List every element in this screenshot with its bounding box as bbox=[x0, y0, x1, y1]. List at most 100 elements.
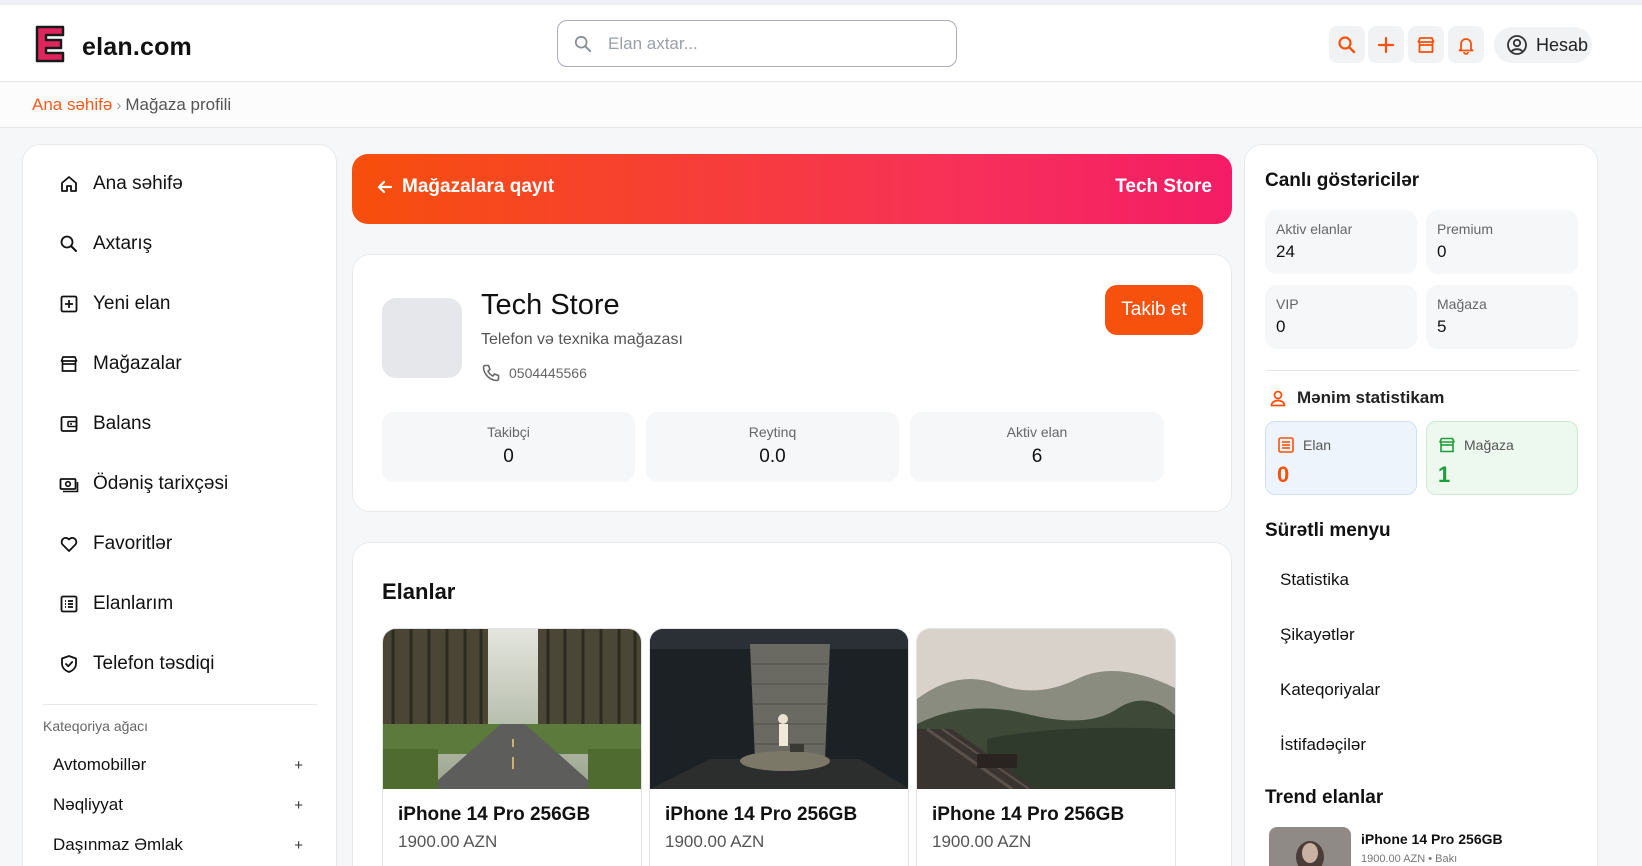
left-sidebar: Ana səhifə Axtarış Yeni elan Mağazalar B… bbox=[22, 144, 337, 866]
breadcrumb-separator: › bbox=[116, 97, 122, 114]
listing-card[interactable]: iPhone 14 Pro 256GB 1900.00 AZN bbox=[649, 628, 909, 866]
quick-menu-item-complaints[interactable]: Şikayətlər bbox=[1280, 625, 1355, 645]
category-item-transport[interactable]: Nəqliyyat + bbox=[53, 795, 303, 819]
stat-value: 6 bbox=[1031, 446, 1043, 467]
sidebar-item-label: Mağazalar bbox=[93, 353, 182, 374]
bell-icon bbox=[1458, 37, 1474, 55]
trending-item-title: iPhone 14 Pro 256GB bbox=[1361, 831, 1503, 847]
header-store-button[interactable] bbox=[1408, 26, 1444, 63]
listing-price: 1900.00 AZN bbox=[932, 832, 1032, 851]
my-stat-label-row: Elan bbox=[1277, 436, 1331, 454]
follow-button[interactable]: Takib et bbox=[1105, 285, 1203, 335]
trending-thumbnail-photo bbox=[1269, 827, 1351, 866]
banner-store-name: Tech Store bbox=[1115, 176, 1212, 197]
sidebar-item-phone-verification[interactable]: Telefon təsdiqi bbox=[59, 649, 214, 679]
sidebar-item-label: Telefon təsdiqi bbox=[93, 653, 215, 674]
store-icon bbox=[1417, 36, 1435, 53]
live-stat-stores: Mağaza 5 bbox=[1426, 285, 1578, 349]
listing-price: 1900.00 AZN bbox=[665, 832, 765, 851]
category-tree-title: Kateqoriya ağacı bbox=[43, 718, 149, 734]
back-label: Mağazalara qayıt bbox=[402, 176, 555, 197]
expand-icon[interactable]: + bbox=[294, 837, 303, 854]
store-listings-card: Elanlar iPhone 14 Pro 256GB 1900.00 AZN bbox=[352, 542, 1232, 866]
trending-title: Trend elanlar bbox=[1265, 787, 1384, 808]
stat-value: 1 bbox=[1438, 462, 1451, 487]
store-description: Telefon və texnika mağazası bbox=[481, 331, 683, 348]
sidebar-item-balance[interactable]: Balans bbox=[59, 409, 151, 439]
quick-menu-item-categories[interactable]: Kateqoriyalar bbox=[1280, 680, 1380, 700]
quick-menu-item-users[interactable]: İstifadəçilər bbox=[1280, 735, 1366, 755]
stat-label: VIP bbox=[1276, 296, 1299, 312]
sidebar-item-home[interactable]: Ana səhifə bbox=[59, 169, 183, 199]
wallet-icon bbox=[60, 416, 78, 432]
phone-number: 0504445566 bbox=[509, 365, 587, 381]
plus-icon bbox=[1377, 36, 1395, 53]
store-phone[interactable]: 0504445566 bbox=[481, 363, 587, 383]
header-search-button[interactable] bbox=[1329, 26, 1365, 63]
category-label: Nəqliyyat bbox=[53, 795, 123, 814]
sidebar-item-label: Elanlarım bbox=[93, 593, 174, 614]
stat-label: Takibçi bbox=[487, 424, 530, 440]
expand-icon[interactable]: + bbox=[294, 797, 303, 814]
breadcrumb-home-link[interactable]: Ana səhifə bbox=[32, 95, 112, 114]
search-icon bbox=[1338, 35, 1356, 53]
home-icon bbox=[61, 176, 77, 192]
sidebar-item-new-listing[interactable]: Yeni elan bbox=[59, 289, 170, 319]
stat-value: 5 bbox=[1437, 317, 1447, 336]
breadcrumb: Ana səhifə › Mağaza profili bbox=[32, 95, 231, 115]
listing-card[interactable]: iPhone 14 Pro 256GB 1900.00 AZN bbox=[916, 628, 1176, 866]
listing-price: 1900.00 AZN bbox=[398, 832, 498, 851]
live-stats-title: Canlı göstəricilər bbox=[1265, 170, 1420, 191]
listing-card[interactable]: iPhone 14 Pro 256GB 1900.00 AZN bbox=[382, 628, 642, 866]
live-stat-premium: Premium 0 bbox=[1426, 210, 1578, 274]
arrow-left-icon bbox=[377, 180, 393, 194]
back-to-stores-link[interactable]: Mağazalara qayıt bbox=[376, 176, 554, 198]
listings-title: Elanlar bbox=[382, 579, 456, 604]
stat-label: Reytinq bbox=[748, 424, 797, 440]
category-item-cars[interactable]: Avtomobillər + bbox=[53, 755, 303, 779]
search-icon bbox=[60, 235, 77, 252]
header-notifications-button[interactable] bbox=[1448, 26, 1484, 63]
list-icon bbox=[60, 595, 78, 613]
quick-menu-item-statistics[interactable]: Statistika bbox=[1280, 570, 1349, 590]
sidebar-item-payment-history[interactable]: Ödəniş tarixçəsi bbox=[59, 469, 228, 499]
store-banner: Mağazalara qayıt Tech Store bbox=[352, 154, 1232, 224]
site-logo-text[interactable]: elan.com bbox=[82, 33, 192, 62]
expand-icon[interactable]: + bbox=[294, 757, 303, 774]
elan-logo-icon[interactable] bbox=[34, 25, 66, 63]
search-icon bbox=[574, 35, 592, 53]
account-button[interactable]: Hesab bbox=[1494, 27, 1592, 63]
my-listings-count[interactable]: Elan 0 bbox=[1265, 421, 1417, 495]
sidebar-item-label: Ödəniş tarixçəsi bbox=[93, 473, 229, 494]
sidebar-item-favorites[interactable]: Favoritlər bbox=[59, 529, 172, 559]
child-by-wall-photo bbox=[650, 629, 908, 789]
search-input[interactable] bbox=[608, 31, 938, 57]
trending-item[interactable]: iPhone 14 Pro 256GB 1900.00 AZN • Bakı bbox=[1269, 827, 1503, 866]
sidebar-item-my-listings[interactable]: Elanlarım bbox=[59, 589, 173, 619]
followers-stat: Takibçi 0 bbox=[382, 412, 635, 482]
my-stores-count[interactable]: Mağaza 1 bbox=[1426, 421, 1578, 495]
header-add-button[interactable] bbox=[1368, 26, 1404, 63]
category-item-real-estate[interactable]: Daşınmaz Əmlak + bbox=[53, 835, 303, 859]
active-listings-stat: Aktiv elan 6 bbox=[910, 412, 1164, 482]
store-name: Tech Store bbox=[481, 289, 620, 321]
listing-title: iPhone 14 Pro 256GB bbox=[665, 804, 858, 825]
sidebar-divider bbox=[43, 704, 317, 705]
stat-value: 0 bbox=[1277, 462, 1290, 487]
search-box[interactable] bbox=[557, 20, 957, 67]
sidebar-item-label: Favoritlər bbox=[93, 533, 173, 554]
sidebar-item-label: Balans bbox=[93, 413, 152, 434]
store-icon bbox=[1439, 437, 1455, 453]
list-icon bbox=[1278, 437, 1294, 453]
category-label: Daşınmaz Əmlak bbox=[53, 835, 183, 854]
right-panel: Canlı göstəricilər Aktiv elanlar 24 Prem… bbox=[1244, 144, 1598, 866]
sidebar-item-search[interactable]: Axtarış bbox=[59, 229, 152, 259]
stat-label: Premium bbox=[1437, 221, 1494, 237]
sidebar-item-stores[interactable]: Mağazalar bbox=[59, 349, 182, 379]
sidebar-item-label: Ana səhifə bbox=[93, 173, 183, 194]
shield-check-icon bbox=[61, 655, 77, 673]
breadcrumb-bar: Ana səhifə › Mağaza profili bbox=[0, 83, 1642, 128]
live-stat-active-listings: Aktiv elanlar 24 bbox=[1265, 210, 1417, 274]
my-stat-label-row: Mağaza bbox=[1438, 436, 1514, 454]
right-panel-divider bbox=[1265, 370, 1579, 371]
